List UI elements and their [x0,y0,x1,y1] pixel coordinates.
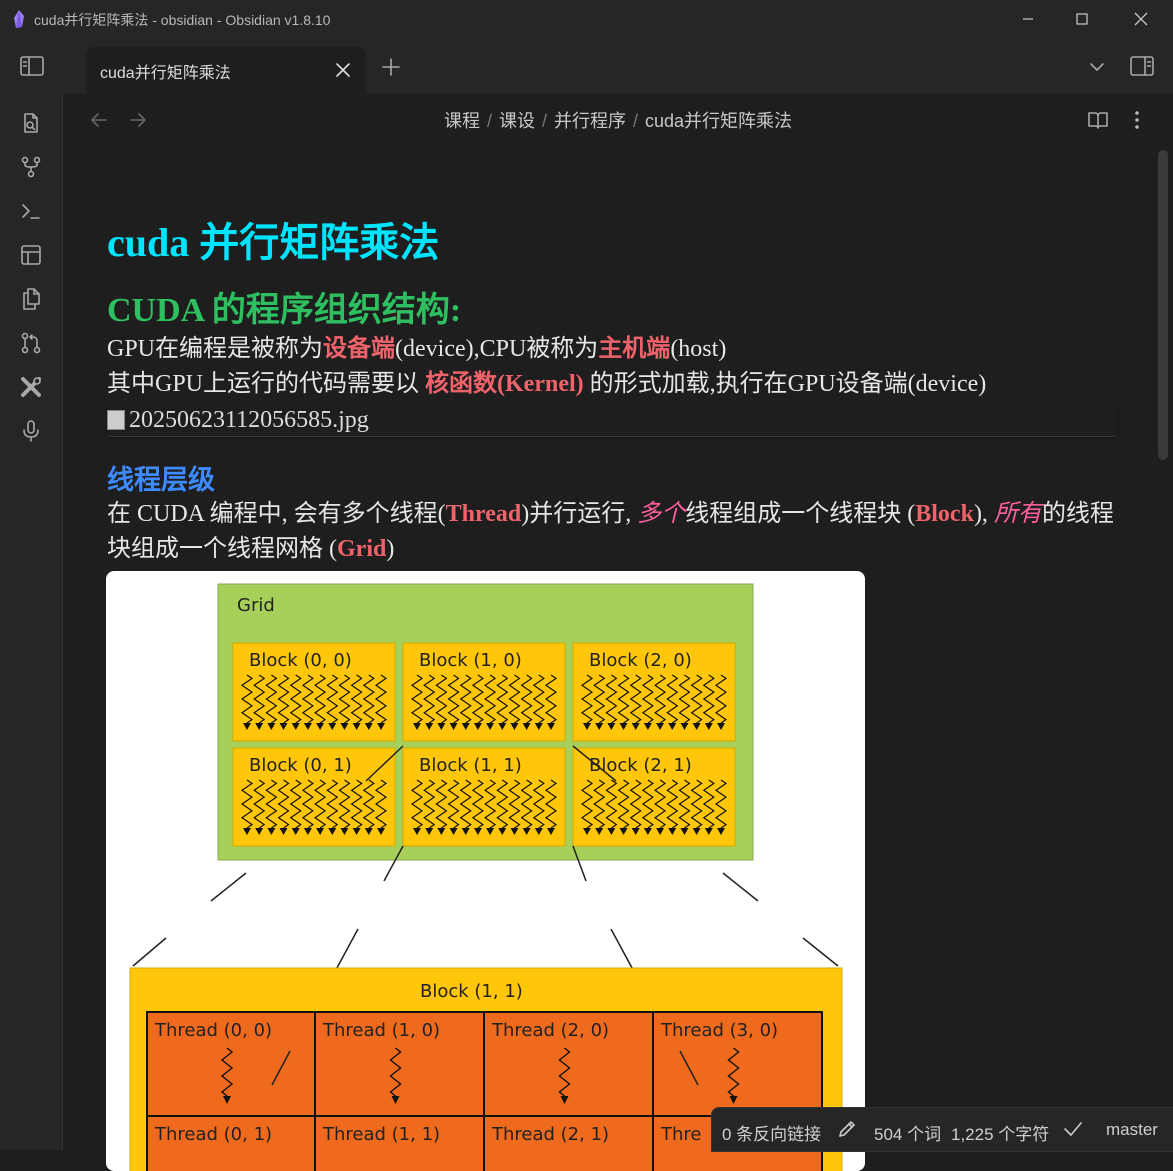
grid-label: Grid [237,595,275,616]
broken-image-alt: 20250623112056585.jpg [129,406,369,433]
close-window-button[interactable] [1118,0,1164,38]
thread-label: Thread (2, 1) [491,1124,609,1145]
thread-label: Thread (1, 0) [322,1020,440,1041]
breadcrumb-item[interactable]: 课程 [444,111,480,131]
note-content: cuda 并行矩阵乘法 CUDA 的程序组织结构: GPU在编程是被称为设备端(… [107,218,1117,567]
paragraph: GPU在编程是被称为设备端(device),CPU被称为主机端(host) [107,336,727,362]
connector-line [802,937,839,967]
word-count: 504 个词 [874,1125,942,1144]
thread-label: Thread (0, 0) [154,1020,272,1041]
thread-label: Thread (2, 0) [491,1020,609,1041]
book-open-icon [1088,112,1108,129]
close-tab-icon[interactable] [334,61,352,79]
thread-hierarchy-image[interactable]: Grid Block (0, 0) Block (1, 0) Block (2, 0)… [106,571,865,1171]
layout-icon [21,245,41,265]
breadcrumb-item[interactable]: 并行程序 [554,111,626,131]
files-icon [23,288,40,310]
title-bar: cuda并行矩阵乘法 - obsidian - Obsidian v1.8.10 [0,0,1173,38]
subsection-heading: 线程层级 [107,465,215,495]
tab-list-dropdown[interactable] [1082,52,1112,82]
check-icon[interactable] [1062,1118,1084,1140]
paragraph: 在 CUDA 编程中, 会有多个线程(Thread)并行运行, 多个线程组成一个… [107,501,1114,562]
command-palette-button[interactable] [16,196,46,226]
microphone-icon [23,420,39,442]
thread-label: Thread (0, 1) [154,1124,272,1145]
block-label: Block (1, 0) [419,650,522,671]
tools-icon [21,377,41,397]
new-tab-button[interactable] [376,52,406,82]
graph-view-button[interactable] [16,152,46,182]
breadcrumb-item[interactable]: 课设 [499,111,535,131]
thread-label: Thre [660,1124,701,1145]
paragraph: 其中GPU上运行的代码需要以 核函数(Kernel) 的形式加载,执行在GPU设… [107,371,987,397]
char-count: 1,225 个字符 [951,1125,1050,1144]
obsidian-logo-icon [14,10,24,28]
broken-image-embed[interactable]: 20250623112056585.jpg [107,404,1117,437]
thread-label: Thread (1, 1) [322,1124,440,1145]
block-label: Block (1, 1) [419,755,522,776]
tab-label: cuda并行矩阵乘法 [100,65,231,82]
file-search-icon [24,113,38,133]
more-options-button[interactable] [1123,106,1151,134]
block-label: Block (2, 0) [589,650,692,671]
breadcrumb: 课程 / 课设 / 并行程序 / cuda并行矩阵乘法 [443,111,793,131]
git-branch[interactable]: master [1106,1120,1158,1140]
reading-view-button[interactable] [1084,106,1112,134]
section-heading: CUDA 的程序组织结构: [107,292,462,329]
connector-line [210,872,247,902]
status-bar: 0 条反向链接 504 个词 1,225 个字符 master [711,1107,1173,1152]
toggle-right-sidebar-button[interactable] [1124,50,1160,82]
block-label: Block (0, 1) [249,755,352,776]
scrollbar[interactable] [1158,150,1168,460]
terminal-icon [22,204,40,219]
broken-image-icon [107,410,125,430]
sidebar-right-icon [1130,56,1154,76]
block-label: Block (0, 0) [249,650,352,671]
thread-label: Thread (3, 0) [660,1020,778,1041]
zoom-block-label: Block (1, 1) [420,981,523,1002]
git-pull-request-icon [21,332,41,354]
plus-icon [382,58,400,76]
sidebar-left-icon [20,56,44,76]
git-button[interactable] [16,328,46,358]
minimize-button[interactable] [1005,0,1051,38]
audio-recorder-button[interactable] [16,416,46,446]
note-title-heading: cuda 并行矩阵乘法 [107,220,440,265]
backlinks-count[interactable]: 0 条反向链接 [722,1120,821,1145]
block-label: Block (2, 1) [589,755,692,776]
chevron-down-icon [1090,63,1104,71]
connector-line [132,937,167,967]
breadcrumb-current[interactable]: cuda并行矩阵乘法 [645,111,792,131]
left-ribbon [0,94,63,1150]
connector-line [722,872,759,902]
excalidraw-button[interactable] [16,372,46,402]
canvas-button[interactable] [16,240,46,270]
git-fork-icon [21,156,41,178]
thread-hierarchy-diagram: Grid Block (0, 0) Block (1, 0) Block (2, 0)… [129,583,843,1171]
templates-button[interactable] [16,284,46,314]
tab-cuda-note[interactable]: cuda并行矩阵乘法 [86,47,366,95]
quick-switcher-button[interactable] [16,108,46,138]
maximize-button[interactable] [1059,0,1105,38]
view-header: 课程 / 课设 / 并行程序 / cuda并行矩阵乘法 [63,94,1173,146]
toggle-left-sidebar-button[interactable] [14,50,50,82]
more-vertical-icon [1135,111,1139,129]
window-title: cuda并行矩阵乘法 - obsidian - Obsidian v1.8.10 [34,12,331,28]
pencil-icon[interactable] [836,1118,858,1140]
